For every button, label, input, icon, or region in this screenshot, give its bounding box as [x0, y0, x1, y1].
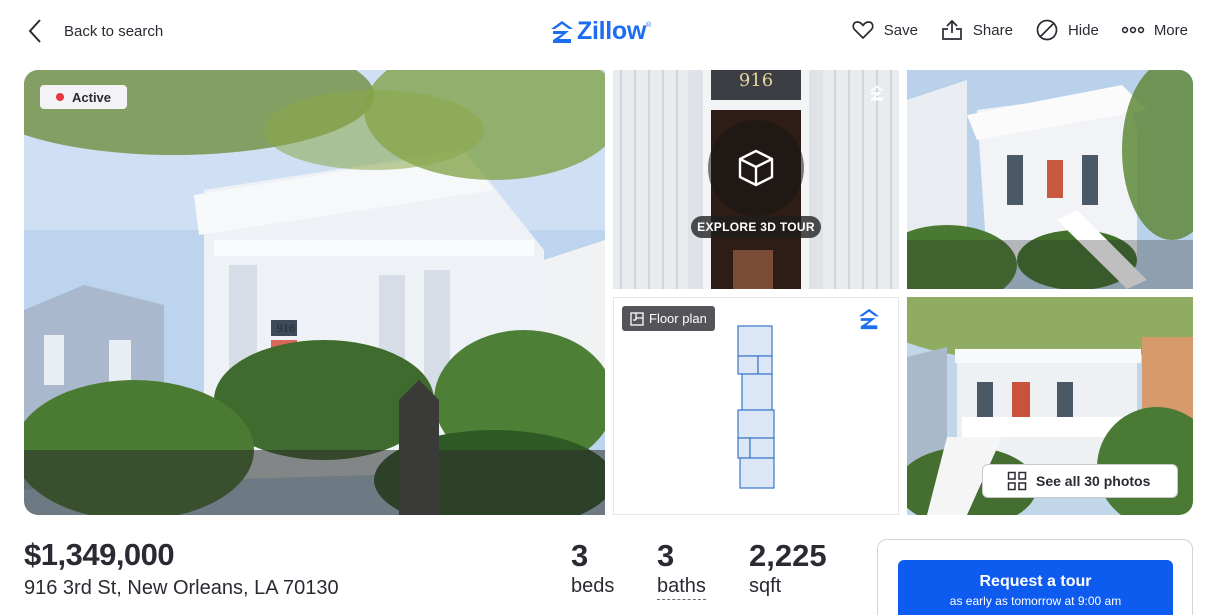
- floor-plan-button[interactable]: Floor plan: [622, 306, 715, 331]
- house-exterior-photo: 916: [24, 70, 605, 515]
- beds-value: 3: [571, 538, 589, 573]
- floor-plan-tile[interactable]: Floor plan: [613, 297, 899, 515]
- hide-label: Hide: [1067, 21, 1099, 39]
- floor-plan-label: Floor plan: [649, 311, 707, 326]
- logo-wordmark: Zillow: [577, 17, 647, 45]
- side-exterior-photo: [907, 70, 1193, 289]
- floor-plan-icon: [630, 311, 644, 326]
- listing-price: $1,349,000: [24, 537, 175, 572]
- zillow-logo-icon: [858, 308, 880, 330]
- back-label: Back to search: [64, 22, 164, 40]
- status-badge: Active: [40, 85, 128, 109]
- top-bar: Back to search Zillow ® Save Share Hide …: [0, 0, 1212, 62]
- sqft-value: 2,225: [749, 538, 827, 573]
- front-porch-photo-tile[interactable]: See all 30 photos: [907, 297, 1193, 515]
- explore-3d-tour-label[interactable]: EXPLORE 3D TOUR: [691, 216, 821, 238]
- sqft-fact: 2,225 sqft: [749, 538, 827, 598]
- hide-icon: [1036, 19, 1058, 41]
- tour-photo[interactable]: 916 EXPLORE 3D TOUR: [613, 70, 899, 289]
- more-icon: [1121, 26, 1145, 34]
- hide-button[interactable]: Hide: [1035, 18, 1099, 42]
- beds-unit: beds: [571, 575, 615, 597]
- share-icon: [942, 19, 962, 40]
- grid-icon: [1007, 471, 1027, 491]
- zillow-logo-icon: [551, 20, 573, 43]
- main-photo[interactable]: 916 Active: [24, 70, 605, 515]
- more-label: More: [1153, 21, 1188, 39]
- baths-value: 3: [657, 538, 675, 573]
- baths-fact[interactable]: 3 baths: [657, 538, 706, 600]
- request-tour-title: Request a tour: [979, 573, 1092, 590]
- status-dot-icon: [56, 93, 64, 101]
- explore-3d-tour-button[interactable]: [708, 120, 804, 216]
- beds-fact: 3 beds: [571, 538, 614, 598]
- listing-address: 916 3rd St, New Orleans, LA 70130: [24, 577, 339, 599]
- heart-icon: [852, 21, 874, 39]
- logo-trademark: ®: [646, 22, 652, 29]
- sqft-unit: sqft: [749, 575, 782, 597]
- status-label: Active: [72, 89, 112, 105]
- side-photo[interactable]: [907, 70, 1193, 289]
- listing-actions: Save Share Hide More: [829, 18, 1188, 42]
- chevron-left-icon: [28, 19, 41, 43]
- share-button[interactable]: Share: [940, 18, 1013, 42]
- baths-unit[interactable]: baths: [657, 575, 706, 600]
- see-all-photos-label: See all 30 photos: [1036, 473, 1151, 489]
- request-tour-button[interactable]: Request a tour as early as tomorrow at 9…: [898, 560, 1173, 615]
- share-label: Share: [972, 21, 1013, 39]
- zillow-logo[interactable]: Zillow ®: [550, 17, 651, 46]
- save-label: Save: [883, 21, 918, 39]
- back-to-search-link[interactable]: Back to search: [26, 18, 163, 44]
- zillow-watermark-icon: [869, 85, 885, 101]
- photo-gallery: 916 Active 916 EXPLORE 3D TOUR Floor pla…: [24, 70, 1193, 515]
- save-button[interactable]: Save: [851, 18, 918, 42]
- floor-plan-drawing: [737, 325, 775, 489]
- request-tour-subtitle: as early as tomorrow at 9:00 am: [949, 594, 1122, 608]
- more-button[interactable]: More: [1121, 18, 1188, 42]
- cube-3d-icon: [738, 149, 774, 187]
- house-number-text: 916: [276, 324, 295, 335]
- see-all-photos-button[interactable]: See all 30 photos: [982, 464, 1178, 498]
- door-number-text: 916: [739, 70, 773, 91]
- tour-card: Request a tour as early as tomorrow at 9…: [877, 539, 1193, 615]
